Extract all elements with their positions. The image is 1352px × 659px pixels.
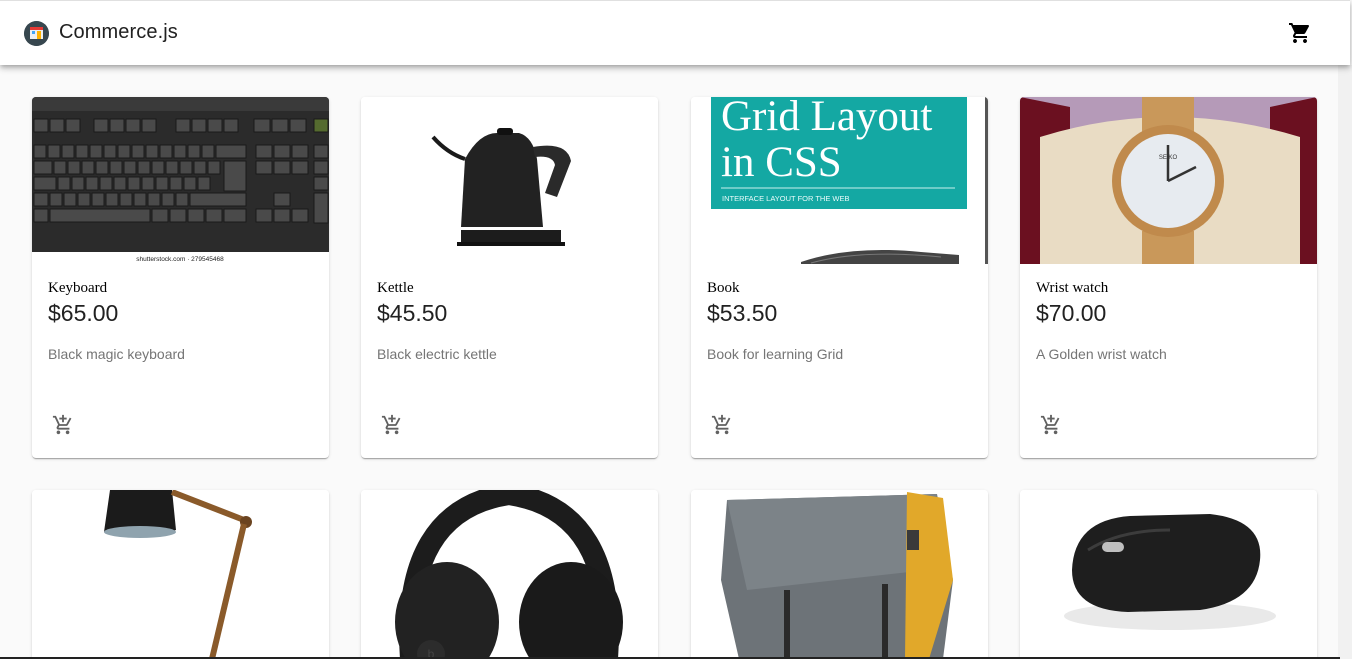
add-to-cart-button[interactable] bbox=[48, 410, 78, 440]
brand-title[interactable]: Commerce.js bbox=[59, 21, 178, 44]
add-shopping-cart-icon bbox=[52, 414, 72, 435]
product-card bbox=[32, 490, 329, 659]
product-card: Grid Layout in CSS INTERFACE LAYOUT FOR … bbox=[691, 97, 988, 458]
product-card: Kettle $45.50 Black electric kettle bbox=[361, 97, 658, 458]
product-price: $45.50 bbox=[377, 300, 448, 326]
app-bar: Commerce.js bbox=[0, 0, 1350, 65]
product-name: Wrist watch bbox=[1036, 280, 1109, 296]
keyboard-image: shutterstock.com · 279545468 bbox=[32, 97, 329, 264]
book-cover-image: Grid Layout in CSS INTERFACE LAYOUT FOR … bbox=[691, 97, 988, 264]
scrollbar[interactable] bbox=[1338, 65, 1352, 659]
product-card: shutterstock.com · 279545468 Keyboard $6… bbox=[32, 97, 329, 458]
product-card: b bbox=[361, 490, 658, 659]
watch-brand: SEIKO bbox=[1159, 155, 1178, 161]
image-caption: shutterstock.com · 279545468 bbox=[136, 256, 224, 263]
computer-mouse-image bbox=[1020, 490, 1317, 659]
product-price: $65.00 bbox=[48, 300, 119, 326]
product-description: Black magic keyboard bbox=[48, 346, 185, 362]
product-description: A Golden wrist watch bbox=[1036, 346, 1167, 362]
product-name: Keyboard bbox=[48, 280, 108, 296]
add-to-cart-button[interactable] bbox=[707, 410, 737, 440]
add-to-cart-button[interactable] bbox=[377, 410, 407, 440]
shopping-cart-icon bbox=[1289, 23, 1310, 43]
product-card: SEIKO Wrist watch $70.00 A Golden wrist … bbox=[1020, 97, 1317, 458]
cover-title-line2: in CSS bbox=[721, 139, 842, 186]
add-to-cart-button[interactable] bbox=[1036, 410, 1066, 440]
product-card bbox=[691, 490, 988, 659]
wrist-watch-image: SEIKO bbox=[1020, 97, 1317, 264]
cart-button[interactable] bbox=[1280, 13, 1320, 53]
product-price: $53.50 bbox=[707, 300, 778, 326]
kettle-image bbox=[361, 97, 658, 264]
headphones-image: b bbox=[361, 490, 658, 659]
product-name: Book bbox=[707, 280, 740, 296]
add-shopping-cart-icon bbox=[1040, 414, 1060, 435]
cover-title-line1: Grid Layout bbox=[721, 97, 932, 140]
cover-subtitle: INTERFACE LAYOUT FOR THE WEB bbox=[722, 194, 850, 203]
desk-lamp-image bbox=[32, 490, 329, 659]
product-description: Book for learning Grid bbox=[707, 346, 844, 362]
product-price: $70.00 bbox=[1036, 300, 1107, 326]
product-description: Black electric kettle bbox=[377, 346, 497, 362]
store-icon bbox=[24, 21, 49, 46]
add-shopping-cart-icon bbox=[381, 414, 401, 435]
messenger-bag-image bbox=[691, 490, 988, 659]
product-name: Kettle bbox=[377, 280, 414, 296]
add-shopping-cart-icon bbox=[711, 414, 731, 435]
product-card bbox=[1020, 490, 1317, 659]
